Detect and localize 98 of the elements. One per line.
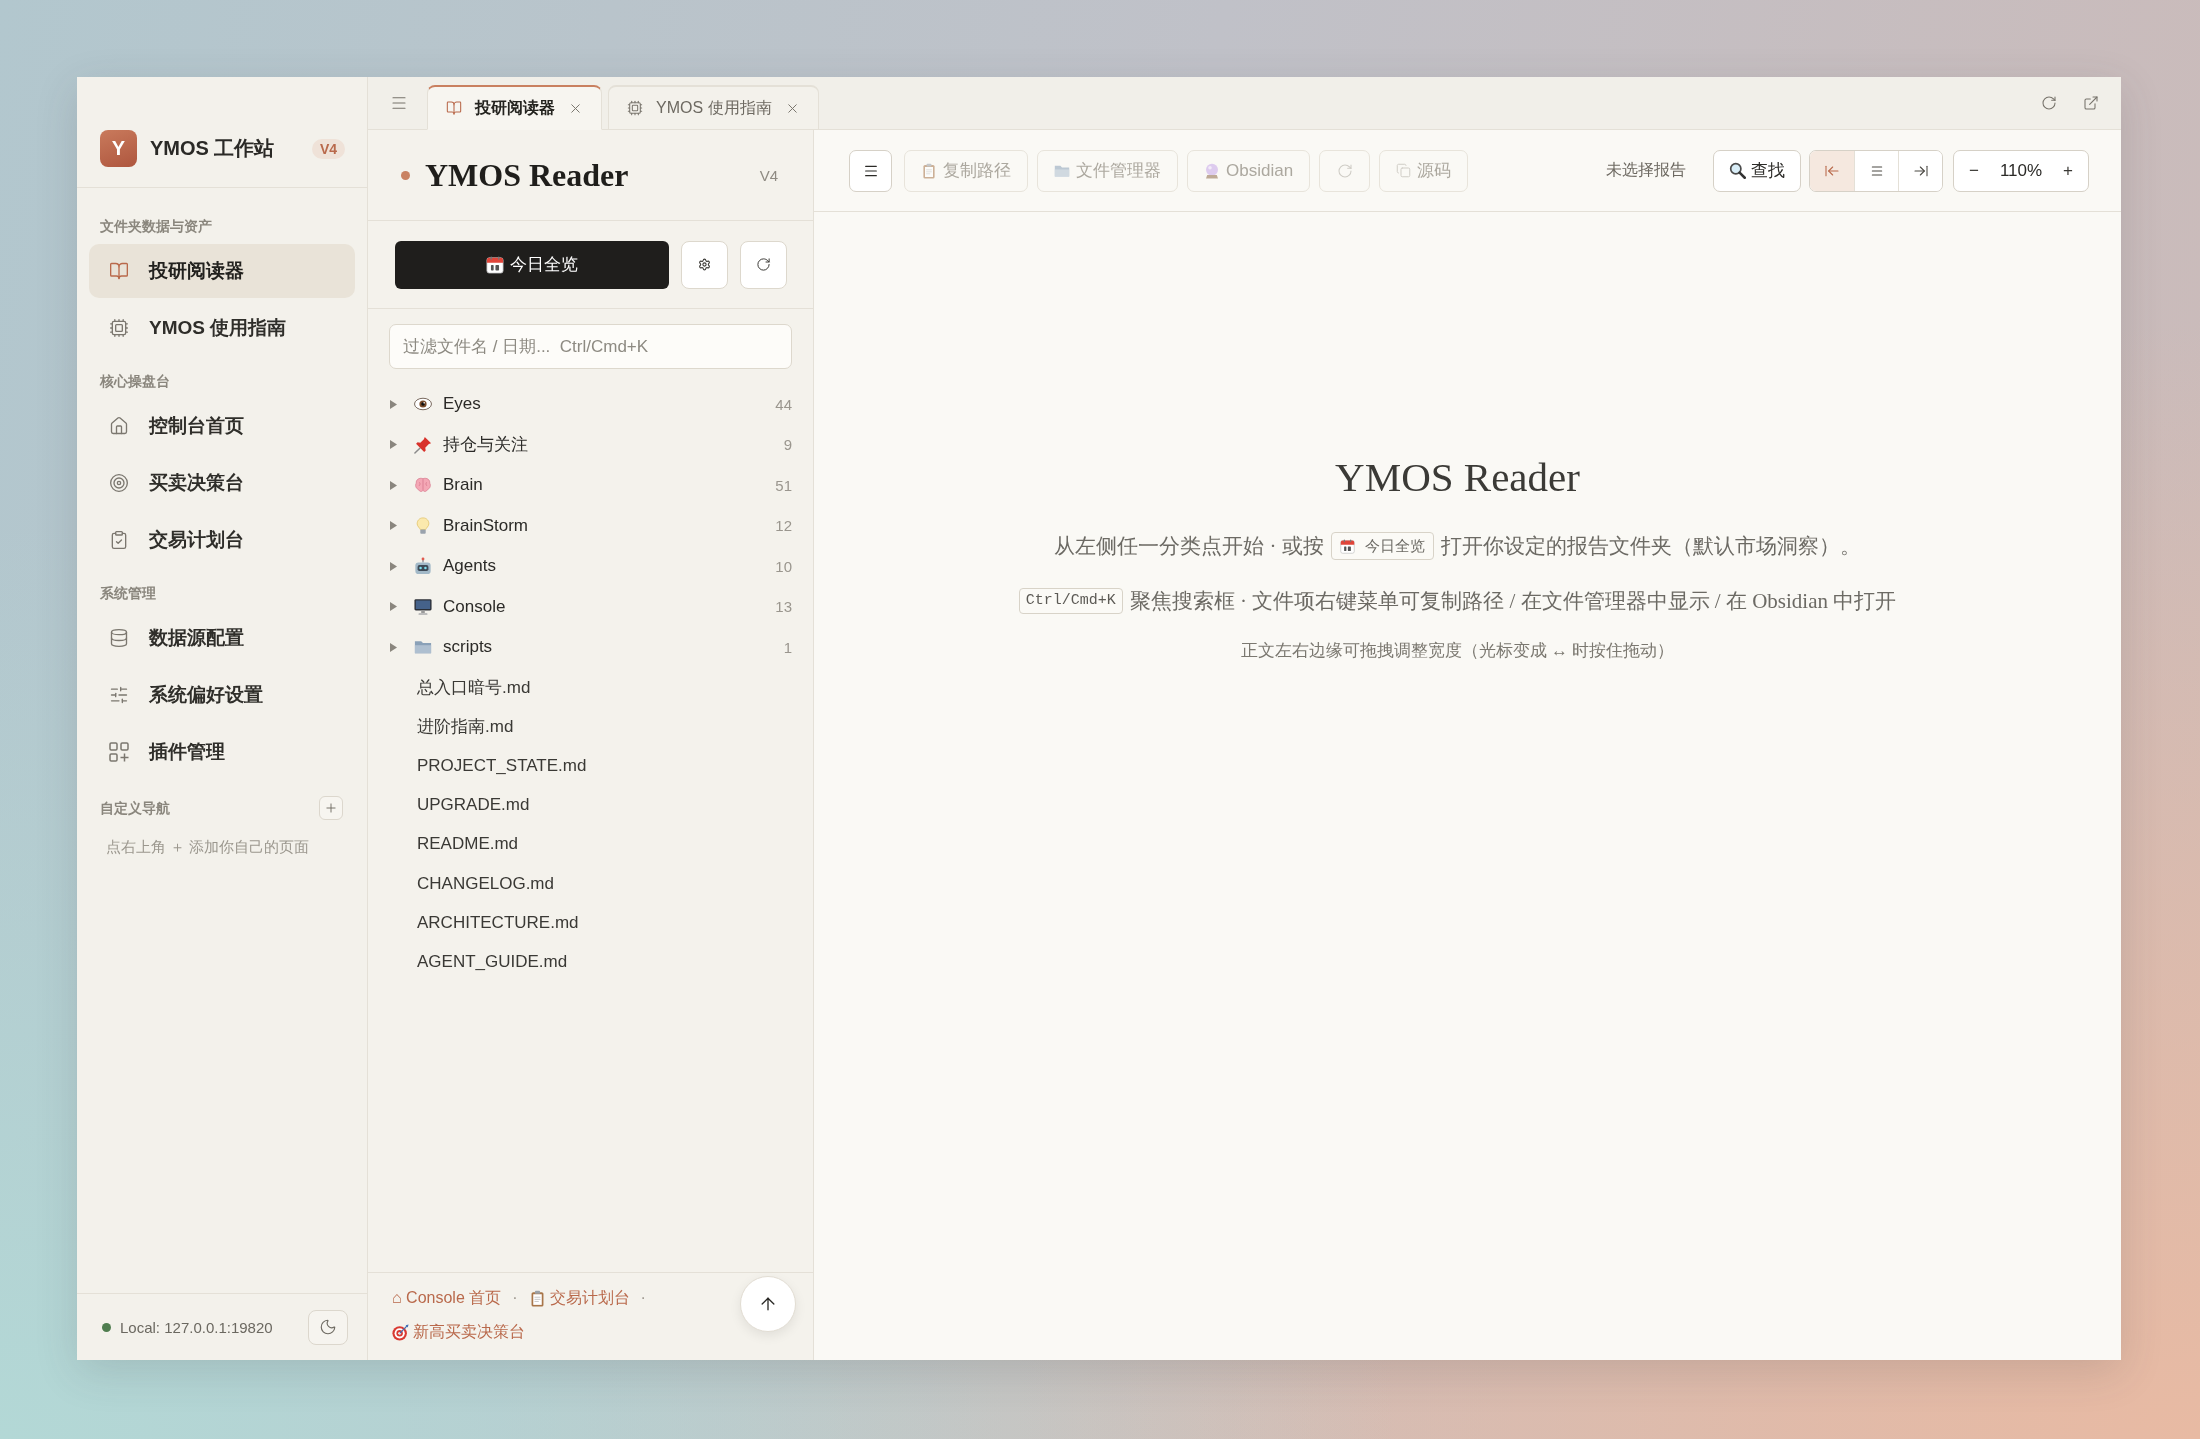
hint-text: 从左侧任一分类点开始 · 或按: [1054, 533, 1324, 560]
status-dot-icon: [102, 1322, 111, 1332]
folder-row[interactable]: Eyes 44: [368, 384, 813, 425]
folder-row[interactable]: Console 13: [368, 586, 813, 627]
filter-field[interactable]: 过滤文件名 / 日期... Ctrl/Cmd+K: [389, 324, 792, 369]
folder-row[interactable]: 持仓与关注 9: [368, 424, 813, 465]
add-nav-button[interactable]: [319, 796, 343, 820]
dot-icon: [401, 170, 410, 180]
refresh-icon: [2041, 95, 2057, 111]
section-label: 自定义导航: [99, 799, 170, 818]
nav-item[interactable]: 买卖决策台: [89, 456, 355, 510]
nav-item[interactable]: YMOS 使用指南: [89, 301, 355, 355]
chip-icon: [627, 100, 643, 116]
welcome-title: YMOS Reader: [1335, 453, 1580, 501]
monitor-icon: [414, 597, 432, 616]
open-external-button[interactable]: [2083, 95, 2099, 111]
plus-icon: [324, 801, 338, 815]
chip-icon: [109, 318, 129, 338]
footer-link[interactable]: 新高买卖决策台: [392, 1315, 525, 1349]
tab[interactable]: YMOS 使用指南: [608, 85, 819, 130]
theme-toggle-button[interactable]: [308, 1309, 348, 1345]
brand-avatar: Y: [100, 130, 137, 167]
chip-label: 今日全览: [1364, 536, 1425, 556]
brain-icon: [414, 476, 432, 495]
target-icon: [109, 473, 129, 493]
calendar-icon: [486, 255, 504, 274]
external-link-icon: [2083, 95, 2099, 111]
clipboard-check-icon: [109, 530, 129, 550]
zoom-in-button[interactable]: +: [2054, 154, 2082, 187]
section-label: 系统管理: [99, 584, 157, 603]
tab[interactable]: 投研阅读器: [427, 85, 602, 130]
folder-row[interactable]: BrainStorm 12: [368, 505, 813, 546]
pushpin-icon: [414, 435, 432, 454]
hint-text: 打开你设定的报告文件夹（默认市场洞察）。: [1440, 533, 1861, 560]
section-label: 核心操盘台: [99, 372, 171, 391]
copy-icon: [1396, 163, 1412, 178]
separator-dot: ·: [640, 1288, 646, 1308]
section-label: 文件夹数据与资产: [99, 217, 213, 236]
file-item[interactable]: AGENT_GUIDE.md: [368, 942, 813, 982]
nav-item[interactable]: 交易计划台: [89, 513, 355, 567]
shortcut-key: Ctrl/Cmd+K: [1018, 588, 1123, 614]
lightbulb-icon: [414, 516, 432, 535]
separator-dot: ·: [512, 1288, 518, 1308]
calendar-icon: [1339, 538, 1355, 554]
file-item[interactable]: PROJECT_STATE.md: [368, 746, 813, 786]
zoom-level: 110%: [1998, 160, 2044, 181]
nav-item[interactable]: 控制台首页: [89, 399, 355, 453]
folder-row[interactable]: Brain 51: [368, 465, 813, 506]
today-overview-button[interactable]: 今日全览: [395, 240, 669, 289]
status-text: 未选择报告: [1606, 160, 1686, 180]
dartboard-icon: [392, 1323, 409, 1341]
settings-button[interactable]: [681, 240, 728, 289]
refresh-button[interactable]: [740, 240, 787, 289]
search-icon: [1729, 162, 1746, 179]
file-item[interactable]: CHANGELOG.md: [368, 864, 813, 904]
gear-icon: [698, 258, 711, 271]
file-item[interactable]: UPGRADE.md: [368, 785, 813, 825]
clipboard-icon: [921, 162, 937, 179]
hint-text: 聚焦搜索框 · 文件项右键菜单可复制路径 / 在文件管理器中显示 / 在 Obsidian 中打开: [1129, 588, 1897, 615]
alignment-button[interactable]: [1898, 150, 1942, 191]
menu-button[interactable]: [849, 149, 892, 192]
refresh-icon: [756, 257, 771, 272]
database-icon: [109, 628, 129, 648]
nav-item[interactable]: 系统偏好设置: [89, 668, 355, 722]
app-title: YMOS 工作站: [150, 136, 276, 161]
folder-row[interactable]: Agents 10: [368, 546, 813, 587]
version-label: V4: [759, 166, 778, 184]
find-button[interactable]: 查找: [1713, 149, 1801, 192]
reload-button[interactable]: [2041, 95, 2057, 111]
sliders-icon: [109, 685, 129, 705]
footer-link[interactable]: 交易计划台: [528, 1281, 630, 1315]
moon-icon: [319, 1318, 337, 1336]
note-text: 正文左右边缘可拖拽调整宽度（光标变成 ↔ 时按住拖动）: [1240, 640, 1675, 662]
footer-link[interactable]: ⌂ Console 首页: [392, 1281, 502, 1315]
refresh-icon: [1336, 162, 1353, 179]
book-icon: [446, 100, 462, 116]
hint-text: 点右上角 ＋ 添加你自己的页面: [105, 838, 311, 857]
crystal-ball-icon: [1204, 162, 1220, 179]
align-center-icon: [1869, 163, 1884, 178]
file-item[interactable]: 进阶指南.md: [368, 706, 813, 747]
menu-button[interactable]: [390, 94, 408, 112]
file-item[interactable]: ARCHITECTURE.md: [368, 903, 813, 943]
home-icon: [109, 416, 129, 436]
nav-item[interactable]: 数据源配置: [89, 611, 355, 665]
file-item[interactable]: 总入口暗号.md: [368, 667, 813, 707]
grid-plus-icon: [109, 742, 129, 762]
menu-icon: [390, 94, 408, 112]
alignment-button[interactable]: [1810, 150, 1854, 191]
version-badge: V4: [311, 138, 345, 159]
book-icon: [109, 261, 129, 281]
robot-icon: [414, 557, 432, 576]
nav-item[interactable]: 投研阅读器: [89, 244, 355, 298]
file-item[interactable]: README.md: [368, 824, 813, 864]
server-address: Local: 127.0.0.1:19820: [120, 1318, 274, 1336]
nav-item[interactable]: 插件管理: [89, 725, 355, 779]
zoom-out-button[interactable]: −: [1960, 154, 1988, 187]
panel-title: YMOS Reader: [425, 156, 629, 194]
folder-row[interactable]: scripts 1: [368, 627, 813, 668]
